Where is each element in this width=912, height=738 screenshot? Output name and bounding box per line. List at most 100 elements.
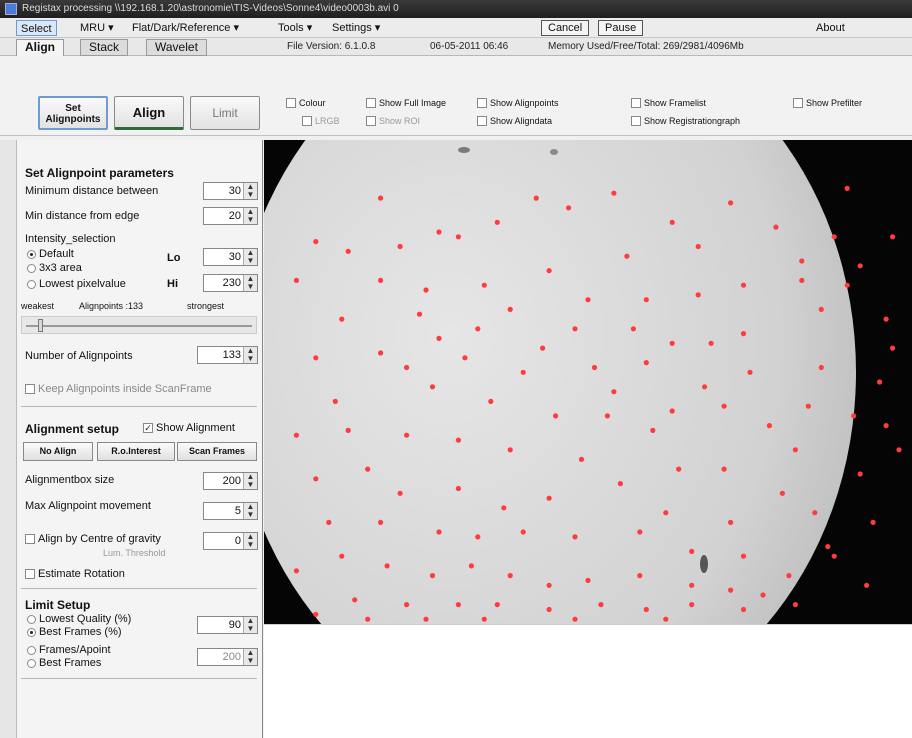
lrgb-label: LRGB [315, 116, 340, 126]
radio-selected-icon[interactable] [27, 627, 36, 637]
tab-stack[interactable]: Stack [80, 39, 129, 56]
spinner-arrows-icon[interactable]: ▲ ▼ [243, 503, 257, 519]
align-cog-checkbox[interactable] [25, 534, 35, 544]
keep-inside-scanframe-check[interactable]: Keep Alignpoints inside ScanFrame [25, 383, 212, 395]
spinner-arrows-icon[interactable]: ▲ ▼ [243, 183, 257, 199]
show-framelist-check[interactable]: Show Framelist [631, 98, 706, 108]
radio-default[interactable]: Default [27, 248, 74, 260]
spinner-arrows-icon[interactable]: ▲ ▼ [243, 208, 257, 224]
radio-frames-apoint[interactable]: Frames/Apoint [27, 644, 111, 656]
show-full-image-checkbox[interactable] [366, 98, 376, 108]
no-align-button[interactable]: No Align [23, 442, 93, 461]
scan-frames-button[interactable]: Scan Frames [177, 442, 257, 461]
spinner-arrows-icon[interactable]: ▲ ▼ [243, 275, 257, 291]
limit-button[interactable]: Limit [190, 96, 260, 130]
radio-3x3[interactable]: 3x3 area [27, 262, 82, 274]
align-button[interactable]: Align [114, 96, 184, 130]
limit-value-spinner-2[interactable]: 200 ▲ ▼ [197, 648, 258, 666]
align-toolbar: Set Alignpoints Align Limit Colour LRGB … [0, 56, 912, 136]
show-aligndata-checkbox[interactable] [477, 116, 487, 126]
menu-about[interactable]: About [812, 20, 849, 36]
min-distance-edge-spinner[interactable]: 20 ▲ ▼ [203, 207, 258, 225]
alignpoint-marker [475, 534, 481, 540]
radio-unselected-icon[interactable] [27, 658, 36, 668]
alignmentbox-size-spinner[interactable]: 200 ▲ ▼ [203, 472, 258, 490]
memory-info: Memory Used/Free/Total: 269/2981/4096Mb [548, 41, 744, 52]
spinner-arrows-icon[interactable]: ▲ ▼ [243, 617, 257, 633]
lrgb-check[interactable]: LRGB [302, 116, 340, 126]
show-alignment-checkbox[interactable]: ✓ [143, 423, 153, 433]
alignpoint-marker [831, 553, 837, 559]
alignpoint-marker [792, 447, 799, 453]
radio-lowest-quality[interactable]: Lowest Quality (%) [27, 613, 131, 625]
align-cog-spinner[interactable]: 0 ▲ ▼ [203, 532, 258, 550]
alignpoint-marker [883, 423, 889, 429]
show-roi-checkbox[interactable] [366, 116, 376, 126]
alignpoint-marker [604, 413, 610, 419]
estimate-rotation-checkbox[interactable] [25, 569, 35, 579]
estimate-rotation-check[interactable]: Estimate Rotation [25, 568, 125, 580]
radio-selected-icon[interactable] [27, 249, 36, 259]
align-cog-check[interactable]: Align by Centre of gravity [25, 533, 161, 545]
lrgb-checkbox[interactable] [302, 116, 312, 126]
lo-spinner[interactable]: 30 ▲ ▼ [203, 248, 258, 266]
alignmentbox-size-value: 200 [222, 475, 241, 487]
cancel-button[interactable]: Cancel [541, 20, 590, 36]
show-prefilter-check[interactable]: Show Prefilter [793, 98, 862, 108]
colour-checkbox[interactable] [286, 98, 296, 108]
spinner-arrows-icon[interactable]: ▲ ▼ [243, 473, 257, 489]
min-distance-between-spinner[interactable]: 30 ▲ ▼ [203, 182, 258, 200]
hi-spinner[interactable]: 230 ▲ ▼ [203, 274, 258, 292]
solar-image-viewer[interactable] [264, 140, 912, 624]
menu-select[interactable]: Select [16, 20, 57, 36]
show-alignpoints-checkbox[interactable] [477, 98, 487, 108]
keep-inside-checkbox[interactable] [25, 384, 35, 394]
alignpoint-marker [663, 510, 669, 516]
slider-thumb[interactable] [38, 319, 43, 332]
show-full-image-check[interactable]: Show Full Image [366, 98, 446, 108]
show-roi-check[interactable]: Show ROI [366, 116, 420, 126]
set-alignpoints-button[interactable]: Set Alignpoints [38, 96, 108, 130]
menu-mru[interactable]: MRU ▾ [76, 20, 118, 36]
alignpoint-marker [689, 548, 695, 554]
menu-settings[interactable]: Settings ▾ [328, 20, 384, 36]
solar-image-canvas[interactable] [264, 140, 912, 624]
radio-lowest-pixelvalue[interactable]: Lowest pixelvalue [27, 278, 126, 290]
radio-unselected-icon[interactable] [27, 614, 36, 624]
spinner-arrows-icon[interactable]: ▲ ▼ [243, 249, 257, 265]
alignpoint-marker [397, 243, 403, 250]
menu-flat-dark-reference[interactable]: Flat/Dark/Reference ▾ [128, 20, 243, 36]
pause-button[interactable]: Pause [598, 20, 644, 36]
radio-unselected-icon[interactable] [27, 263, 36, 273]
spinner-arrows-icon[interactable]: ▲ ▼ [243, 533, 257, 549]
show-alignment-check[interactable]: ✓ Show Alignment [143, 422, 235, 434]
alignpoint-strength-slider[interactable] [21, 316, 257, 334]
show-framelist-checkbox[interactable] [631, 98, 641, 108]
show-aligndata-check[interactable]: Show Aligndata [477, 116, 552, 126]
alignpoint-marker [507, 306, 513, 312]
max-movement-spinner[interactable]: 5 ▲ ▼ [203, 502, 258, 520]
number-alignpoints-spinner[interactable]: 133 ▲ ▼ [197, 346, 258, 364]
radio-best-frames[interactable]: Best Frames [27, 657, 101, 669]
spinner-arrows-icon[interactable]: ▲ ▼ [243, 347, 257, 363]
show-prefilter-checkbox[interactable] [793, 98, 803, 108]
alignpoint-marker [572, 326, 578, 332]
tab-align[interactable]: Align [16, 39, 64, 56]
colour-check[interactable]: Colour [286, 98, 326, 108]
tab-wavelet[interactable]: Wavelet [146, 39, 207, 56]
alignpoint-marker [423, 616, 429, 622]
show-alignpoints-check[interactable]: Show Alignpoints [477, 98, 559, 108]
show-registrationgraph-checkbox[interactable] [631, 116, 641, 126]
limit-value-spinner-1[interactable]: 90 ▲ ▼ [197, 616, 258, 634]
alignpoint-settings-panel: Set Alignpoint parameters Minimum distan… [17, 140, 263, 738]
menu-tools[interactable]: Tools ▾ [274, 20, 316, 36]
alignpoint-marker [851, 413, 857, 419]
spinner-arrows-icon[interactable]: ▲ ▼ [243, 649, 257, 665]
show-registrationgraph-check[interactable]: Show Registrationgraph [631, 116, 740, 126]
file-version: File Version: 6.1.0.8 [287, 41, 376, 52]
radio-best-frames-pct[interactable]: Best Frames (%) [27, 626, 122, 638]
alignpoint-marker [507, 573, 513, 579]
radio-unselected-icon[interactable] [27, 645, 36, 655]
roi-button[interactable]: R.o.Interest [97, 442, 175, 461]
radio-unselected-icon[interactable] [27, 279, 36, 289]
